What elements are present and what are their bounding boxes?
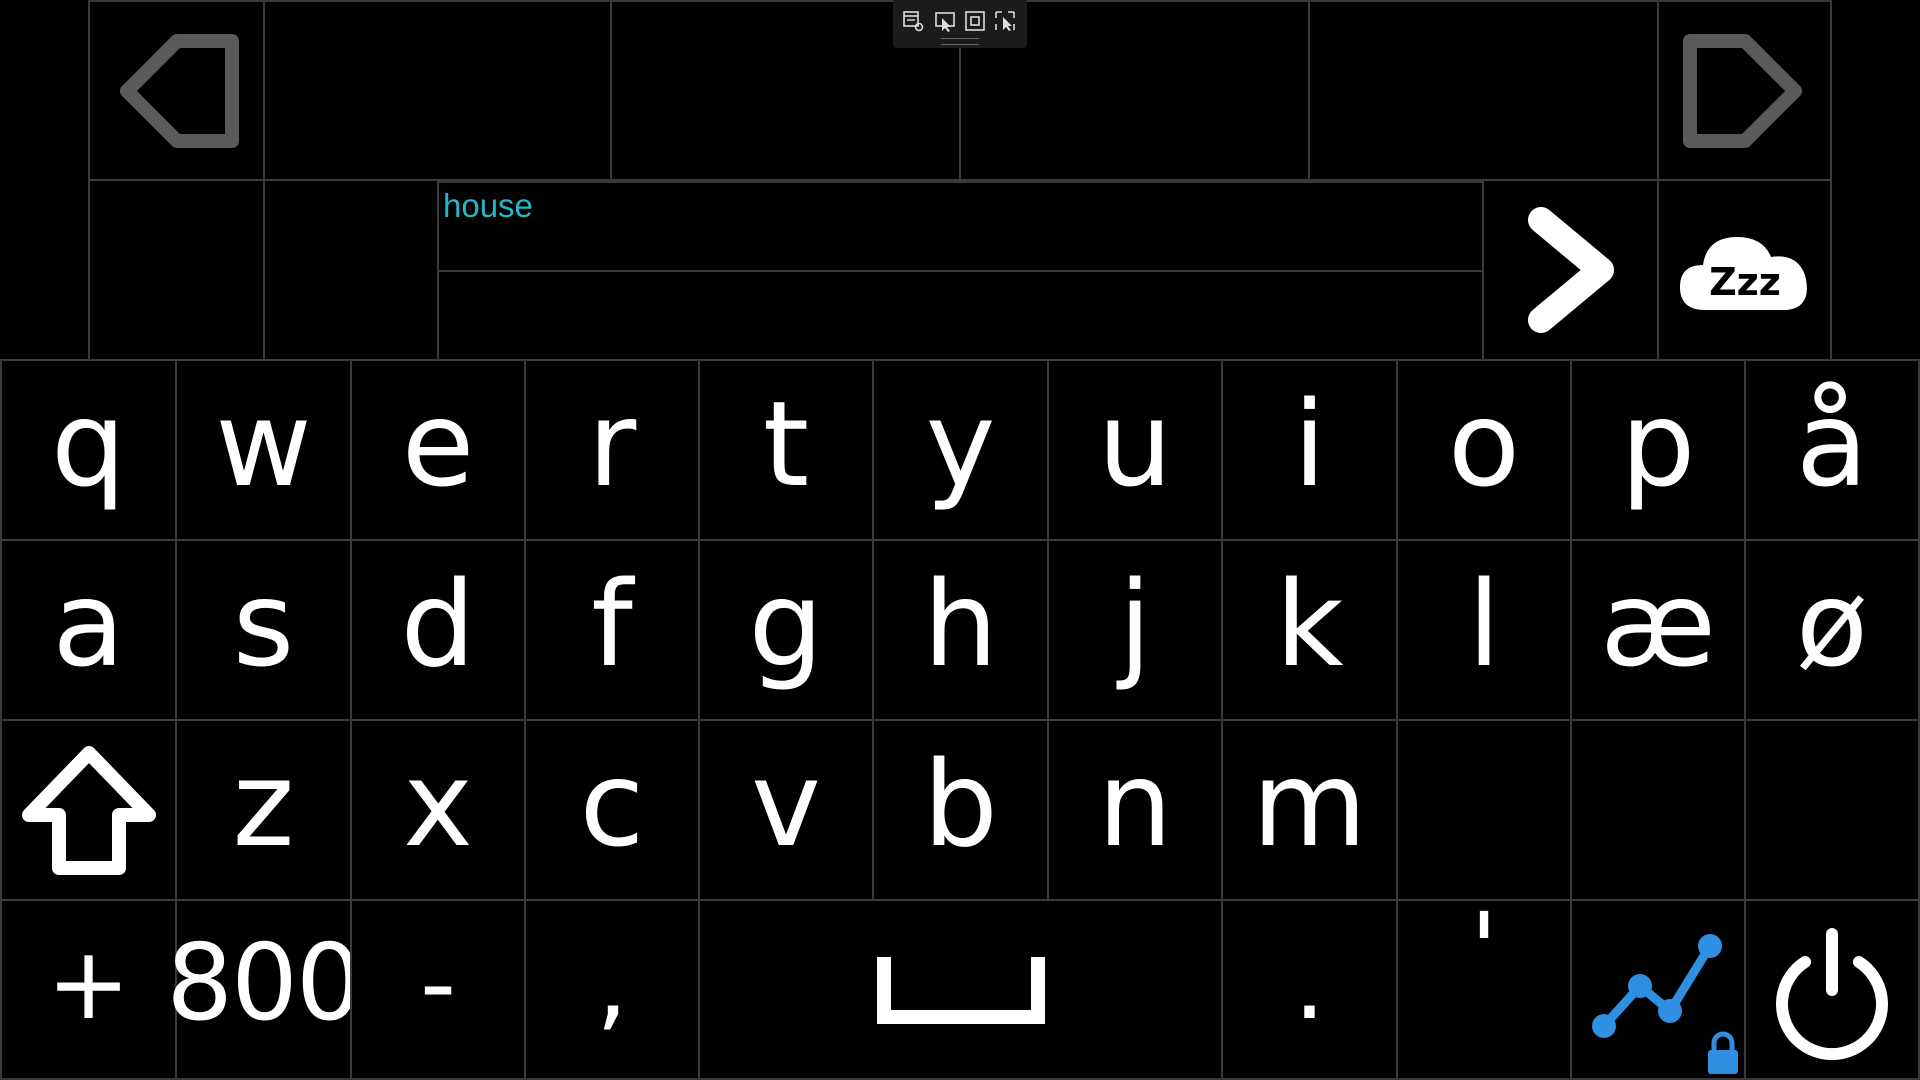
key-plus[interactable]: + bbox=[0, 899, 177, 1080]
key-f[interactable]: f bbox=[524, 539, 700, 721]
key-b[interactable]: b bbox=[872, 719, 1049, 901]
key-y[interactable]: y bbox=[872, 359, 1049, 541]
top-cell-1[interactable] bbox=[263, 0, 612, 181]
chevron-right-icon bbox=[1484, 181, 1657, 359]
key-apostrophe[interactable]: ' bbox=[1396, 899, 1572, 1080]
key-z[interactable]: z bbox=[175, 719, 352, 901]
key-a[interactable]: a bbox=[0, 539, 177, 721]
key-x[interactable]: x bbox=[350, 719, 526, 901]
power-button[interactable] bbox=[1744, 899, 1920, 1080]
key-o-slash[interactable]: ø bbox=[1744, 539, 1920, 721]
key-h[interactable]: h bbox=[872, 539, 1049, 721]
forward-button[interactable] bbox=[1657, 0, 1832, 181]
key-number[interactable]: 800 bbox=[166, 899, 363, 1080]
power-icon bbox=[1746, 901, 1918, 1078]
key-n[interactable]: n bbox=[1047, 719, 1223, 901]
pointer-select-icon[interactable] bbox=[993, 9, 1017, 33]
key-e[interactable]: e bbox=[350, 359, 526, 541]
key-i[interactable]: i bbox=[1221, 359, 1398, 541]
svg-text:Zzz: Zzz bbox=[1709, 260, 1781, 304]
shift-key[interactable] bbox=[0, 719, 177, 901]
key-p[interactable]: p bbox=[1570, 359, 1746, 541]
key-o[interactable]: o bbox=[1396, 359, 1572, 541]
spacebar-icon bbox=[700, 901, 1221, 1078]
next-button[interactable] bbox=[1482, 179, 1659, 361]
key-l[interactable]: l bbox=[1396, 539, 1572, 721]
key-u[interactable]: u bbox=[1047, 359, 1223, 541]
key-k[interactable]: k bbox=[1221, 539, 1398, 721]
empty-cell-left-2[interactable] bbox=[263, 179, 439, 361]
keyboard-app: house Zzz q w e r t y u i o p å a s d f … bbox=[0, 0, 1920, 1080]
settings-list-icon[interactable] bbox=[901, 9, 925, 33]
space-key[interactable] bbox=[698, 899, 1223, 1080]
key-s[interactable]: s bbox=[175, 539, 352, 721]
key-a-ring[interactable]: å bbox=[1744, 359, 1920, 541]
key-minus[interactable]: - bbox=[350, 899, 526, 1080]
key-c[interactable]: c bbox=[524, 719, 700, 901]
key-r[interactable]: r bbox=[524, 359, 700, 541]
empty-key-3[interactable] bbox=[1744, 719, 1920, 901]
shift-up-arrow-icon bbox=[2, 721, 175, 899]
key-j[interactable]: j bbox=[1047, 539, 1223, 721]
key-q[interactable]: q bbox=[0, 359, 177, 541]
sleep-button[interactable]: Zzz bbox=[1657, 179, 1832, 361]
key-w[interactable]: w bbox=[175, 359, 352, 541]
panel-divider bbox=[439, 270, 1482, 272]
line-chart-icon bbox=[1592, 934, 1722, 1038]
window-toolbar bbox=[893, 0, 1027, 48]
empty-key-2[interactable] bbox=[1570, 719, 1746, 901]
back-arrow-icon bbox=[90, 2, 263, 179]
top-cell-4[interactable] bbox=[1308, 0, 1659, 181]
forward-arrow-icon bbox=[1659, 2, 1830, 179]
key-period[interactable]: . bbox=[1221, 899, 1398, 1080]
typed-text: house bbox=[443, 187, 533, 224]
key-ae[interactable]: æ bbox=[1570, 539, 1746, 721]
pointer-window-icon[interactable] bbox=[933, 9, 957, 33]
key-m[interactable]: m bbox=[1221, 719, 1398, 901]
drag-handle[interactable] bbox=[941, 38, 979, 45]
key-g[interactable]: g bbox=[698, 539, 874, 721]
text-output-panel[interactable]: house bbox=[437, 181, 1484, 361]
back-button[interactable] bbox=[88, 0, 265, 181]
sleep-cloud-icon: Zzz bbox=[1659, 181, 1830, 359]
empty-cell-left-1[interactable] bbox=[88, 179, 265, 361]
analytics-button[interactable] bbox=[1570, 899, 1746, 1080]
key-v[interactable]: v bbox=[698, 719, 874, 901]
empty-key-1[interactable] bbox=[1396, 719, 1572, 901]
key-comma[interactable]: , bbox=[524, 899, 700, 1080]
fullscreen-icon[interactable] bbox=[963, 9, 987, 33]
key-d[interactable]: d bbox=[350, 539, 526, 721]
key-t[interactable]: t bbox=[698, 359, 874, 541]
lock-icon bbox=[1708, 1031, 1738, 1074]
